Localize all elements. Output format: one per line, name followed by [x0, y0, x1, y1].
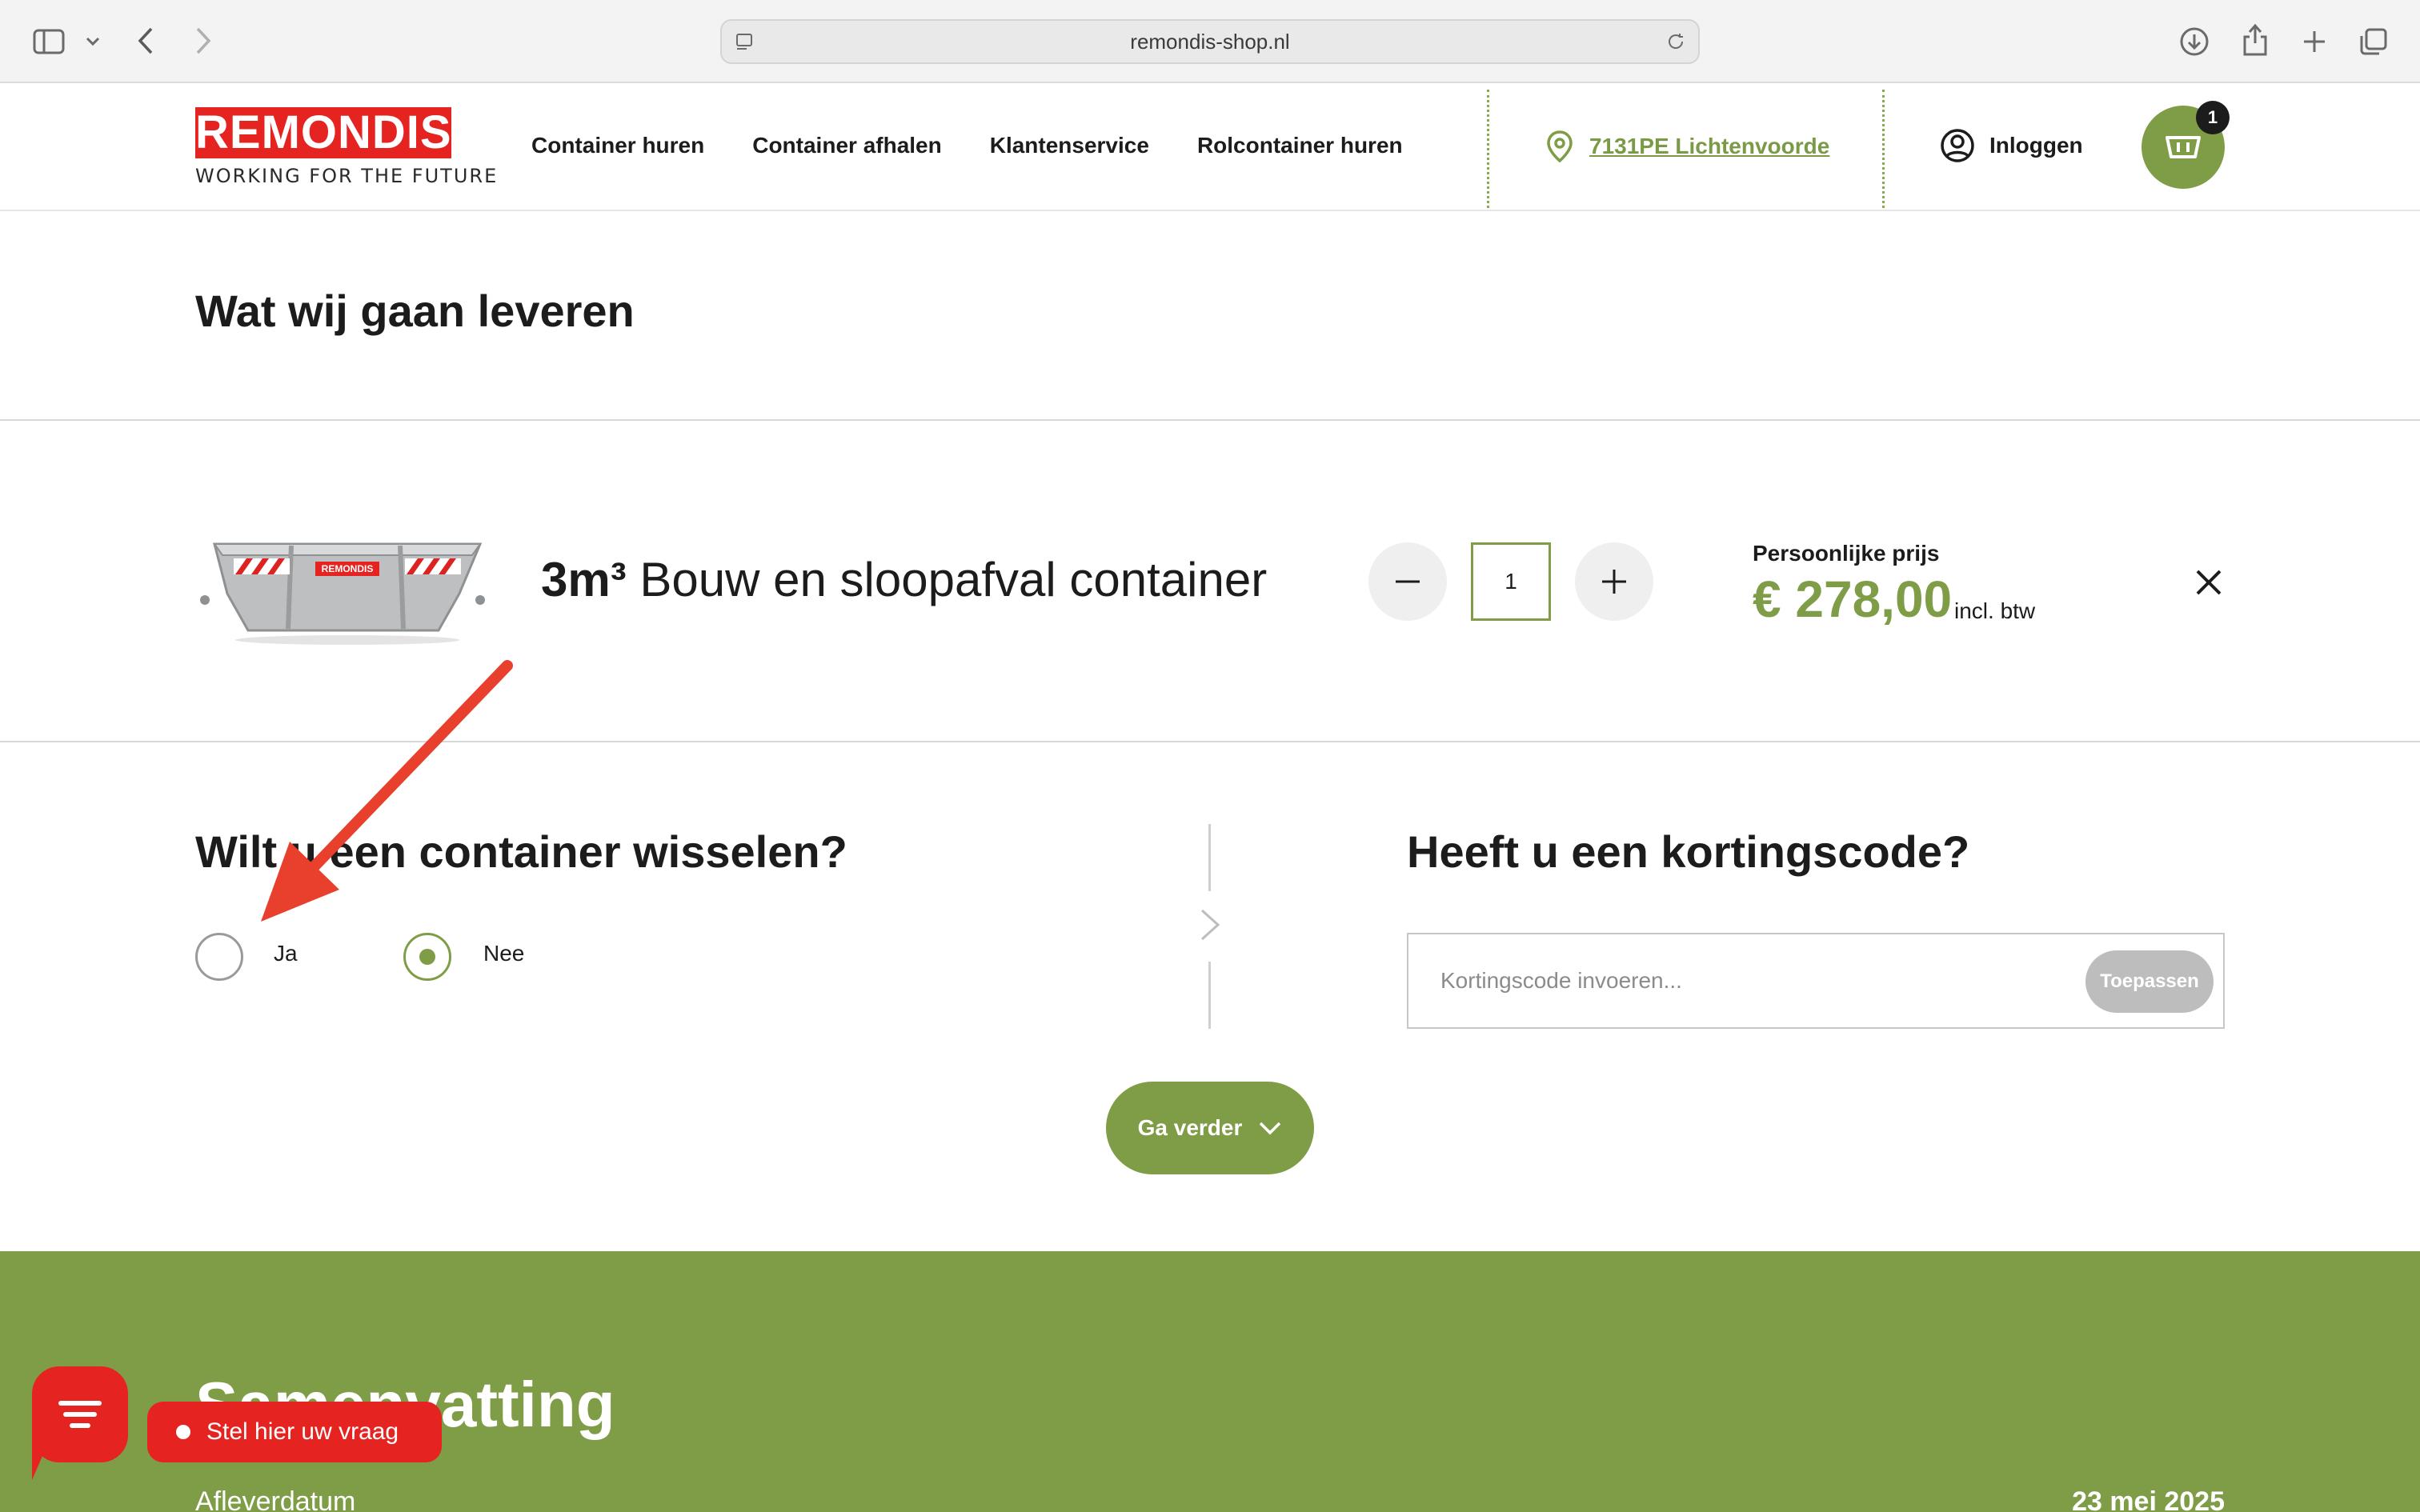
browser-toolbar: remondis-shop.nl: [0, 0, 2420, 83]
remove-item-close-icon[interactable]: [2190, 563, 2228, 602]
chat-prompt-label: Stel hier uw vraag: [206, 1418, 399, 1445]
swap-question-title: Wilt u een container wisselen?: [195, 826, 847, 877]
main-nav: Container huren Container afhalen Klante…: [531, 133, 1403, 158]
radio-nee-label[interactable]: Nee: [483, 941, 524, 966]
section-divider: [1208, 824, 1211, 891]
header-divider: [1882, 90, 1885, 208]
nav-container-afhalen[interactable]: Container afhalen: [752, 133, 941, 158]
chat-bubble-tail: [32, 1432, 53, 1480]
continue-button[interactable]: Ga verder: [1106, 1082, 1314, 1174]
reload-icon[interactable]: [1666, 32, 1685, 51]
location-link[interactable]: 7131PE Lichtenvoorde: [1546, 130, 1829, 163]
header-divider: [1487, 90, 1489, 208]
back-icon[interactable]: [133, 24, 158, 58]
decrease-quantity-button[interactable]: [1368, 542, 1447, 621]
chat-prompt-button[interactable]: Stel hier uw vraag: [147, 1402, 442, 1462]
login-label: Inloggen: [1989, 133, 2083, 158]
page-title: Wat wij gaan leveren: [195, 286, 635, 336]
nav-rolcontainer-huren[interactable]: Rolcontainer huren: [1197, 133, 1403, 158]
status-dot-icon: [176, 1425, 190, 1439]
user-icon: [1941, 129, 1974, 162]
container-product-image: REMONDIS: [195, 520, 491, 648]
location-label: 7131PE Lichtenvoorde: [1589, 134, 1830, 158]
product-size: 3m³: [541, 553, 627, 606]
product-name: 3m³ Bouw en sloopafval container: [541, 552, 1267, 607]
login-link[interactable]: Inloggen: [1940, 128, 2083, 163]
share-icon[interactable]: [2238, 21, 2273, 59]
tab-overview-icon[interactable]: [2356, 24, 2391, 59]
url-text: remondis-shop.nl: [1130, 30, 1290, 54]
menu-lines-icon: [58, 1401, 102, 1428]
chevron-down-icon[interactable]: [83, 30, 102, 53]
price-tax-note: incl. btw: [1954, 598, 2036, 623]
summary-section: Samenvatting Afleverdatum 23 mei 2025: [0, 1251, 2420, 1512]
minus-icon: [1396, 580, 1420, 583]
continue-label: Ga verder: [1137, 1115, 1243, 1140]
logo-wordmark: REMONDIS: [195, 106, 452, 158]
remondis-logo[interactable]: REMONDIS WORKING FOR THE FUTURE: [195, 107, 498, 187]
site-header: REMONDIS WORKING FOR THE FUTURE Containe…: [0, 83, 2420, 211]
divider: [0, 741, 2420, 742]
plus-icon: [1602, 570, 1626, 594]
cart-button[interactable]: 1: [2142, 101, 2230, 189]
radio-ja-label[interactable]: Ja: [274, 941, 298, 966]
radio-nee[interactable]: [403, 933, 451, 981]
divider: [0, 419, 2420, 421]
basket-icon: [2166, 136, 2201, 158]
radio-ja[interactable]: [195, 933, 243, 981]
nav-container-huren[interactable]: Container huren: [531, 133, 704, 158]
increase-quantity-button[interactable]: [1575, 542, 1653, 621]
nav-klantenservice[interactable]: Klantenservice: [990, 133, 1149, 158]
chevron-down-icon: [1260, 1122, 1281, 1135]
svg-text:REMONDIS: REMONDIS: [322, 563, 374, 574]
download-icon[interactable]: [2177, 24, 2212, 59]
delivery-date-label: Afleverdatum: [195, 1486, 356, 1512]
quantity-field[interactable]: 1: [1471, 542, 1551, 621]
chevron-right-icon: [1200, 909, 1220, 941]
discount-title: Heeft u een kortingscode?: [1407, 826, 1970, 877]
section-divider: [1208, 962, 1211, 1029]
cart-count-badge: 1: [2196, 101, 2230, 134]
price-label: Persoonlijke prijs: [1753, 541, 1940, 566]
sidebar-toggle-icon[interactable]: [30, 26, 67, 58]
forward-icon[interactable]: [190, 24, 216, 58]
product-title: Bouw en sloopafval container: [639, 553, 1268, 606]
address-bar[interactable]: remondis-shop.nl: [720, 19, 1700, 64]
discount-box: Toepassen: [1407, 933, 2225, 1029]
delivery-date-value: 23 mei 2025: [2072, 1486, 2225, 1512]
new-tab-icon[interactable]: [2297, 24, 2332, 59]
discount-code-input[interactable]: [1440, 958, 2049, 1003]
location-pin-icon: [1547, 130, 1573, 163]
apply-discount-button[interactable]: Toepassen: [2085, 950, 2214, 1013]
product-price: € 278,00: [1753, 570, 1953, 628]
logo-tagline: WORKING FOR THE FUTURE: [195, 165, 499, 187]
